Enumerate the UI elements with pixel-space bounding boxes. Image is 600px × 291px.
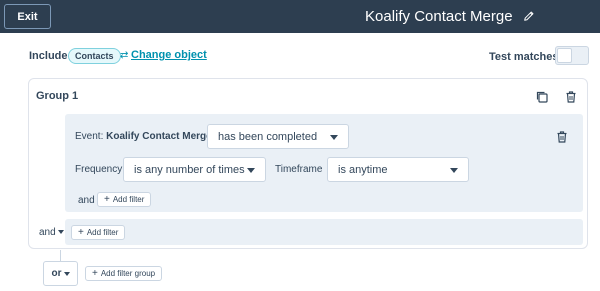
plus-icon: + [78,227,84,238]
event-label: Event: Koalify Contact Merge [75,131,212,142]
include-label: Include [29,50,68,62]
test-matches-label: Test matches [489,51,559,63]
frequency-label: Frequency [75,164,123,175]
or-dropdown-label: or [51,268,62,279]
top-bar: Exit Koalify Contact Merge [0,0,600,33]
caret-down-icon [247,168,255,173]
caret-down-icon [330,135,338,140]
test-matches-toggle[interactable] [555,46,589,65]
frequency-value: is any number of times [134,163,245,176]
or-dropdown[interactable]: or [43,261,78,286]
caret-down-icon [57,230,64,235]
swap-arrows-icon: ⇄ [120,50,129,61]
event-name: Koalify Contact Merge [106,131,212,142]
plus-icon: + [92,268,98,279]
add-filter-label: Add filter [112,195,145,204]
caret-down-icon [450,168,458,173]
add-filter-label: Add filter [86,228,119,237]
connector-line [60,250,61,261]
change-object-link[interactable]: Change object [131,49,207,61]
pencil-icon[interactable] [523,9,535,21]
frequency-select[interactable]: is any number of times [123,157,266,182]
add-filter-group-button[interactable]: + Add filter group [85,266,163,281]
page-title-text: Koalify Contact Merge [365,8,513,25]
timeframe-label: Timeframe [275,164,323,175]
and-connector-label: and [78,195,95,206]
add-filter-button-inner[interactable]: + Add filter [97,192,152,207]
add-filter-group-label: Add filter group [100,269,156,278]
and-dropdown-label: and [39,227,56,238]
trash-icon[interactable] [564,90,578,104]
event-status-value: has been completed [218,130,318,143]
page-title: Koalify Contact Merge [365,8,535,25]
event-prefix: Event: [75,131,104,142]
toggle-knob [557,48,572,63]
timeframe-select[interactable]: is anytime [327,157,469,182]
and-filter-block [65,219,583,245]
and-dropdown[interactable]: and [39,227,64,238]
object-badge: Contacts [68,48,121,64]
add-filter-button[interactable]: + Add filter [71,225,126,240]
caret-down-icon [63,271,70,276]
copy-icon[interactable] [535,90,549,104]
exit-button[interactable]: Exit [4,4,51,29]
group-title: Group 1 [36,90,79,102]
filter-trash-icon[interactable] [555,130,567,143]
event-status-select[interactable]: has been completed [207,124,349,149]
plus-icon: + [104,194,110,205]
timeframe-value: is anytime [338,163,388,176]
